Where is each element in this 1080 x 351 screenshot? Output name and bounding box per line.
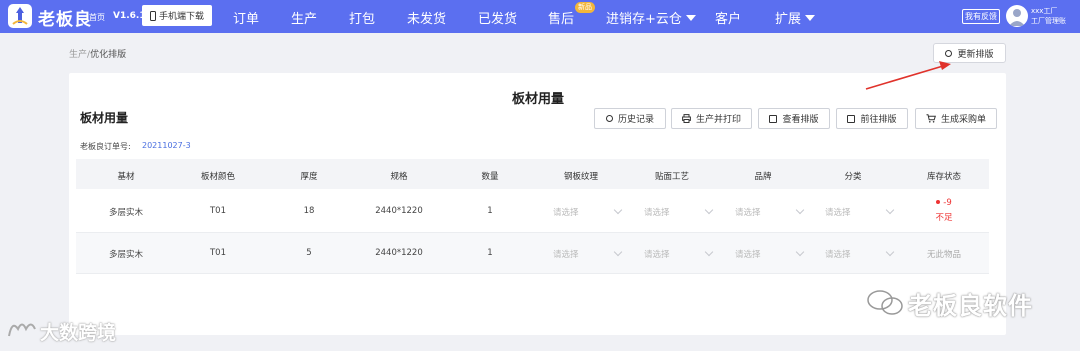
wechat-logo-icon	[867, 290, 903, 315]
watermark-brand: 老板良软件	[908, 292, 1033, 320]
watermark-source: 大数跨境	[40, 322, 117, 344]
watermark-logo-icon	[8, 323, 36, 337]
